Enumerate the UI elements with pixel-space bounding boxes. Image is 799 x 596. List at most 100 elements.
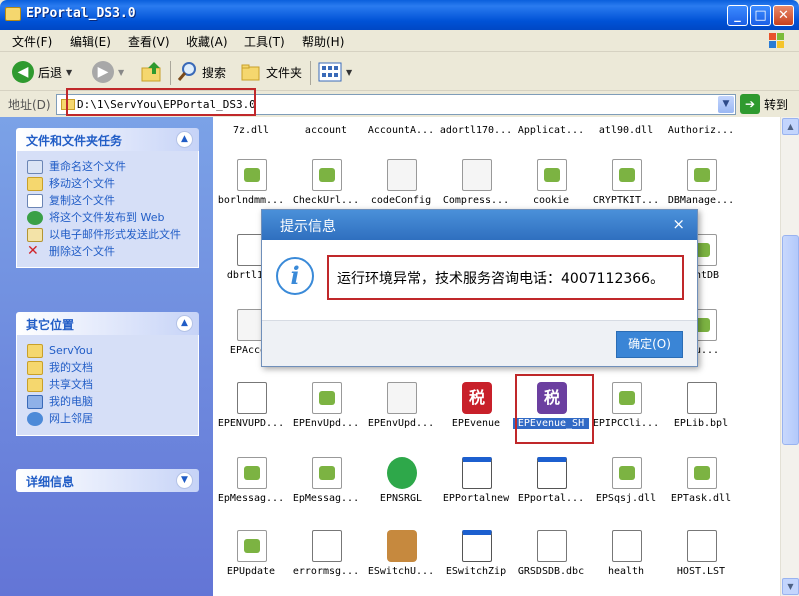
copy-icon: [27, 194, 43, 208]
ok-button[interactable]: 确定(O): [616, 331, 683, 358]
file-green-icon: [387, 457, 417, 489]
place-my-documents[interactable]: 我的文档: [27, 361, 188, 375]
task-rename-label: 重命名这个文件: [49, 160, 126, 173]
file-item[interactable]: EPPortalnew: [438, 457, 514, 533]
scroll-thumb[interactable]: [782, 235, 799, 445]
file-item[interactable]: EPLib.bpl: [663, 382, 739, 458]
file-item[interactable]: EPTask.dll: [663, 457, 739, 533]
file-item[interactable]: EPEnvUpd...: [363, 382, 439, 458]
menu-favorites[interactable]: 收藏(A): [186, 33, 228, 50]
file-item[interactable]: account: [288, 117, 364, 165]
task-email[interactable]: 以电子邮件形式发送此文件: [27, 228, 188, 242]
scroll-down-icon[interactable]: ▼: [782, 578, 799, 595]
search-button[interactable]: 搜索: [176, 60, 226, 84]
file-label: GRSDSDB.dbc: [517, 566, 585, 577]
back-button[interactable]: ◀ 后退 ▼: [12, 60, 72, 84]
scroll-up-icon[interactable]: ▲: [782, 118, 799, 135]
file-item[interactable]: 7z.dll: [213, 117, 289, 165]
file-item[interactable]: EPSqsj.dll: [588, 457, 664, 533]
file-item[interactable]: HOST.LST: [663, 530, 739, 596]
menu-edit[interactable]: 编辑(E): [70, 33, 111, 50]
place-shared-documents[interactable]: 共享文档: [27, 378, 188, 392]
forward-button[interactable]: ▶ ▼: [92, 60, 124, 84]
views-button[interactable]: ▼: [318, 60, 352, 84]
delete-icon: ✕: [27, 243, 39, 259]
place-servyou[interactable]: ServYou: [27, 344, 188, 358]
file-dll-icon: [237, 457, 267, 489]
file-item[interactable]: EPIPCCli...: [588, 382, 664, 458]
file-item[interactable]: AccountA...: [363, 117, 439, 165]
dialog-close-button[interactable]: ×: [672, 215, 685, 233]
file-label: account: [304, 125, 348, 136]
file-item[interactable]: ESwitchZip: [438, 530, 514, 596]
file-exe-icon: [537, 530, 567, 562]
file-item[interactable]: EpMessag...: [288, 457, 364, 533]
other-places-header[interactable]: 其它位置 ▲: [16, 312, 199, 335]
dialog-footer: 确定(O): [262, 320, 697, 366]
task-copy[interactable]: 复制这个文件: [27, 194, 188, 208]
folders-button[interactable]: 文件夹: [240, 60, 302, 84]
place-my-computer[interactable]: 我的电脑: [27, 395, 188, 409]
details-header[interactable]: 详细信息 ▼: [16, 469, 199, 492]
file-win-icon: [537, 457, 567, 489]
task-rename[interactable]: 重命名这个文件: [27, 160, 188, 174]
views-icon: [318, 62, 342, 82]
file-item[interactable]: EpMessag...: [213, 457, 289, 533]
file-item[interactable]: 税 EPEvenue: [438, 382, 514, 458]
up-folder-button[interactable]: [140, 60, 164, 84]
address-dropdown-icon[interactable]: ▼: [718, 96, 734, 113]
file-item[interactable]: atl90.dll: [588, 117, 664, 165]
file-dll-icon: [612, 457, 642, 489]
computer-icon: [27, 395, 43, 409]
file-dll-icon: [312, 457, 342, 489]
task-move[interactable]: 移动这个文件: [27, 177, 188, 191]
file-win-icon: [462, 530, 492, 562]
go-button[interactable]: ➔ 转到: [740, 94, 788, 114]
file-item[interactable]: EPNSRGL: [363, 457, 439, 533]
menu-help[interactable]: 帮助(H): [302, 33, 344, 50]
email-icon: [27, 228, 43, 242]
title-bar: EPPortal_DS3.0 _ □ ✕: [0, 0, 799, 30]
other-places-body: ServYou 我的文档 共享文档 我的电脑 网上邻居: [16, 335, 199, 436]
file-label: EPEnvUpd...: [367, 418, 435, 429]
task-publish-web[interactable]: 将这个文件发布到 Web: [27, 211, 188, 225]
close-button[interactable]: ✕: [773, 5, 794, 26]
file-item[interactable]: Applicat...: [513, 117, 589, 165]
file-item[interactable]: adortl170...: [438, 117, 514, 165]
file-label: EpMessag...: [217, 493, 285, 504]
menu-tools[interactable]: 工具(T): [244, 33, 285, 50]
collapse-chevron-icon[interactable]: ▲: [176, 131, 193, 148]
place-my-computer-label: 我的电脑: [49, 395, 93, 408]
maximize-button[interactable]: □: [750, 5, 771, 26]
file-label: EPIPCCli...: [592, 418, 660, 429]
file-item[interactable]: ESwitchU...: [363, 530, 439, 596]
file-dll-icon: [237, 530, 267, 562]
place-network[interactable]: 网上邻居: [27, 412, 188, 426]
task-email-label: 以电子邮件形式发送此文件: [49, 228, 181, 241]
minimize-button[interactable]: _: [727, 5, 748, 26]
file-tasks-header[interactable]: 文件和文件夹任务 ▲: [16, 128, 199, 151]
chevron-down-icon: ▼: [66, 67, 73, 77]
other-places-panel: 其它位置 ▲ ServYou 我的文档 共享文档 我的电脑 网上邻居: [16, 312, 199, 436]
vertical-scrollbar[interactable]: ▲ ▼: [780, 117, 799, 596]
place-network-label: 网上邻居: [49, 412, 93, 425]
task-delete[interactable]: ✕ 删除这个文件: [27, 243, 188, 259]
file-item[interactable]: GRSDSDB.dbc: [513, 530, 589, 596]
file-item[interactable]: errormsg...: [288, 530, 364, 596]
expand-chevron-icon[interactable]: ▼: [176, 472, 193, 489]
file-item[interactable]: Authoriz...: [663, 117, 739, 165]
file-label: Applicat...: [517, 125, 585, 136]
windows-logo-icon: [769, 33, 784, 48]
menu-file[interactable]: 文件(F): [12, 33, 52, 50]
file-item[interactable]: EPUpdate: [213, 530, 289, 596]
file-item[interactable]: EPEnvUpd...: [288, 382, 364, 458]
file-item[interactable]: EPportal...: [513, 457, 589, 533]
file-cfg-icon: [387, 159, 417, 191]
file-dll-icon: [612, 159, 642, 191]
collapse-chevron-icon[interactable]: ▲: [176, 315, 193, 332]
file-label: EPUpdate: [226, 566, 276, 577]
file-item[interactable]: EPENVUPD...: [213, 382, 289, 458]
menu-view[interactable]: 查看(V): [128, 33, 170, 50]
file-item[interactable]: health: [588, 530, 664, 596]
file-label: EPLib.bpl: [673, 418, 729, 429]
